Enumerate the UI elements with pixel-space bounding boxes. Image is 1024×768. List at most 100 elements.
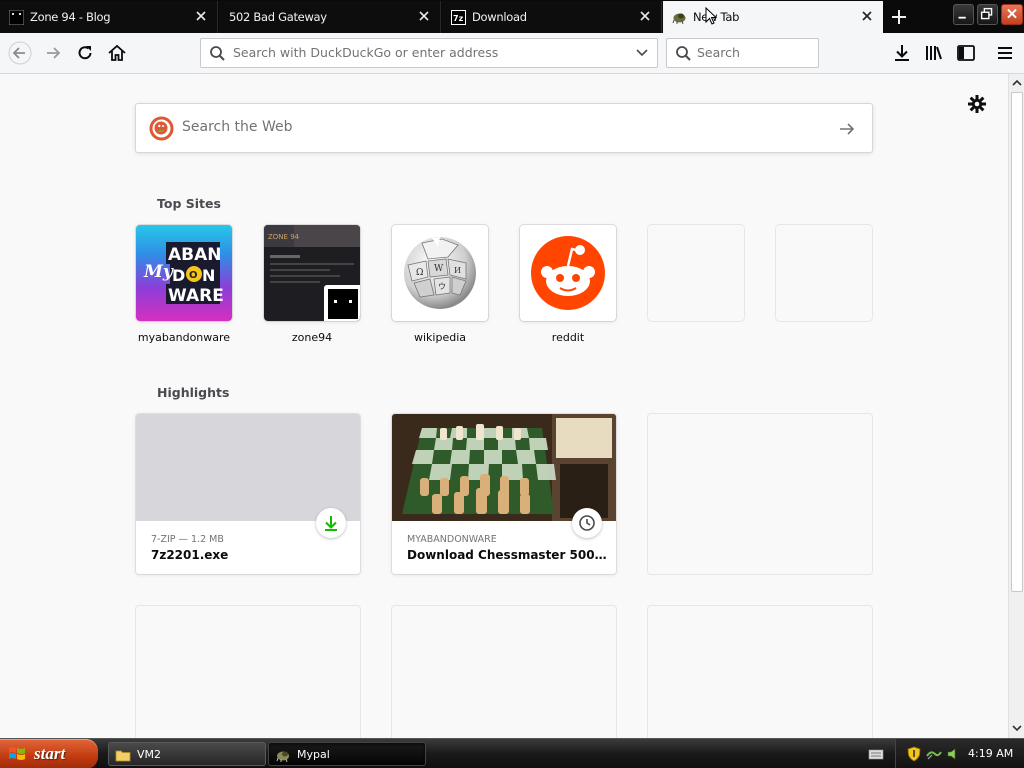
highlight-meta: 7-ZIP — 1.2 MB [151, 534, 224, 545]
highlight-card-chessmaster[interactable]: MYABANDONWARE Download Chessmaster 5000 … [392, 414, 616, 574]
site-thumbnail: ABAN D O N My WARE [136, 225, 232, 321]
folder-icon [115, 750, 131, 762]
taskbar-item-label: VM2 [137, 748, 162, 761]
chevron-down-icon[interactable] [635, 47, 649, 59]
history-badge [572, 508, 602, 538]
url-input[interactable] [233, 45, 623, 60]
svg-text:My: My [143, 262, 174, 282]
highlights-heading: Highlights [157, 385, 230, 400]
svg-text:O: O [189, 270, 198, 281]
web-search-box[interactable] [135, 103, 873, 153]
search-bar[interactable] [666, 38, 819, 68]
scroll-up-arrow-icon[interactable] [1011, 77, 1023, 89]
favicon-overlay [324, 285, 360, 321]
highlight-card-empty [136, 606, 360, 738]
windows-flag-icon [9, 747, 25, 760]
system-tray: 4:19 AM [895, 739, 1024, 768]
back-button[interactable] [8, 41, 32, 65]
taskbar-item-label: Mypal [297, 748, 330, 761]
web-search-input[interactable] [182, 119, 822, 135]
clock-icon [579, 515, 595, 531]
search-input[interactable] [697, 45, 807, 60]
svg-text:D: D [172, 266, 185, 285]
highlight-meta: MYABANDONWARE [407, 534, 497, 545]
start-label: start [34, 744, 66, 763]
taskbar-item-mypal[interactable]: Mypal [268, 742, 426, 766]
svg-text:Ω: Ω [416, 268, 423, 278]
start-button[interactable]: start [0, 739, 98, 768]
top-site-label: wikipedia [413, 331, 466, 344]
top-site-reddit[interactable]: reddit [520, 225, 616, 344]
duckduckgo-logo-icon [149, 116, 174, 141]
top-site-zone94[interactable]: ZONE 94 zone94 [264, 225, 360, 344]
top-site-label: zone94 [291, 331, 333, 344]
7zip-favicon-icon: 7z [451, 10, 466, 25]
highlight-card-download[interactable]: 7-ZIP — 1.2 MB 7z2201.exe [136, 414, 360, 574]
top-site-label: myabandonware [137, 331, 231, 344]
gear-icon[interactable] [967, 94, 987, 114]
network-icon[interactable] [926, 746, 942, 762]
search-icon [210, 46, 225, 61]
forward-button[interactable] [42, 42, 64, 64]
clock[interactable]: 4:19 AM [968, 747, 1013, 760]
tab-502[interactable]: 502 Bad Gateway [219, 1, 441, 33]
close-tab-icon[interactable] [194, 9, 208, 23]
mypal-favicon-icon [672, 13, 686, 25]
highlight-title: Download Chessmaster 5000 (W... [407, 548, 607, 562]
top-site-myabandonware[interactable]: ABAN D O N My WARE myabandonware [136, 225, 232, 344]
svg-text:ZONE 94: ZONE 94 [268, 233, 300, 241]
highlight-card-empty [392, 606, 616, 738]
mypal-icon [276, 751, 289, 763]
minimize-icon [958, 16, 966, 19]
close-icon [1007, 8, 1017, 19]
tab-new-tab[interactable]: New Tab [663, 1, 883, 33]
tab-strip: Zone 94 - Blog 502 Bad Gateway 7z Downlo… [0, 0, 1024, 33]
empty-tile [648, 225, 744, 321]
top-sites-heading: Top Sites [157, 196, 221, 211]
restore-button[interactable] [977, 4, 998, 25]
svg-text:ABAN: ABAN [168, 245, 222, 265]
vertical-scrollbar[interactable] [1008, 74, 1024, 738]
svg-text:7z: 7z [453, 14, 464, 23]
close-tab-icon[interactable] [417, 9, 431, 23]
close-tab-icon[interactable] [860, 9, 874, 23]
scroll-down-arrow-icon[interactable] [1011, 722, 1023, 734]
speaker-icon[interactable] [946, 746, 962, 762]
minimize-button[interactable] [953, 4, 974, 25]
url-bar[interactable] [200, 38, 658, 68]
hamburger-menu-icon[interactable] [994, 42, 1016, 64]
reload-button[interactable] [74, 42, 96, 64]
scrollbar-thumb[interactable] [1011, 92, 1023, 592]
wikipedia-globe-icon: Ω W И ウ [404, 237, 476, 309]
tab-zone94[interactable]: Zone 94 - Blog [0, 1, 218, 33]
top-site-wikipedia[interactable]: Ω W И ウ wikipedia [392, 225, 488, 344]
taskbar-item-vm2[interactable]: VM2 [108, 742, 266, 766]
arrow-right-icon[interactable] [837, 119, 857, 139]
keyboard-icon[interactable] [868, 746, 884, 762]
security-shield-icon[interactable] [906, 746, 922, 762]
empty-tile [776, 225, 872, 321]
home-button[interactable] [106, 42, 128, 64]
chessmaster-screenshot-icon [392, 414, 616, 521]
tab-download[interactable]: 7z Download [442, 1, 662, 33]
new-tab-plus-icon[interactable] [886, 5, 912, 29]
top-site-empty-slot[interactable] [776, 225, 872, 321]
zone94-favicon-icon [9, 10, 24, 25]
top-site-empty-slot[interactable] [648, 225, 744, 321]
close-window-button[interactable] [1001, 4, 1023, 25]
taskbar: start VM2 Mypal 4:19 AM [0, 738, 1024, 768]
library-icon[interactable] [923, 42, 945, 64]
download-icon [325, 516, 337, 531]
svg-text:ウ: ウ [438, 282, 446, 291]
highlight-image-placeholder [136, 414, 360, 521]
close-tab-icon[interactable] [638, 9, 652, 23]
downloads-icon[interactable] [891, 42, 913, 64]
restore-icon [980, 7, 993, 20]
site-thumbnail: ZONE 94 [264, 225, 360, 321]
tab-title: Download [472, 10, 527, 24]
reddit-logo-icon [531, 236, 605, 310]
mouse-cursor-icon [705, 7, 718, 25]
sidebar-icon[interactable] [955, 42, 977, 64]
myabandonware-logo-icon: ABAN D O N My WARE [143, 242, 224, 306]
zone94-favicon-icon [328, 289, 358, 319]
